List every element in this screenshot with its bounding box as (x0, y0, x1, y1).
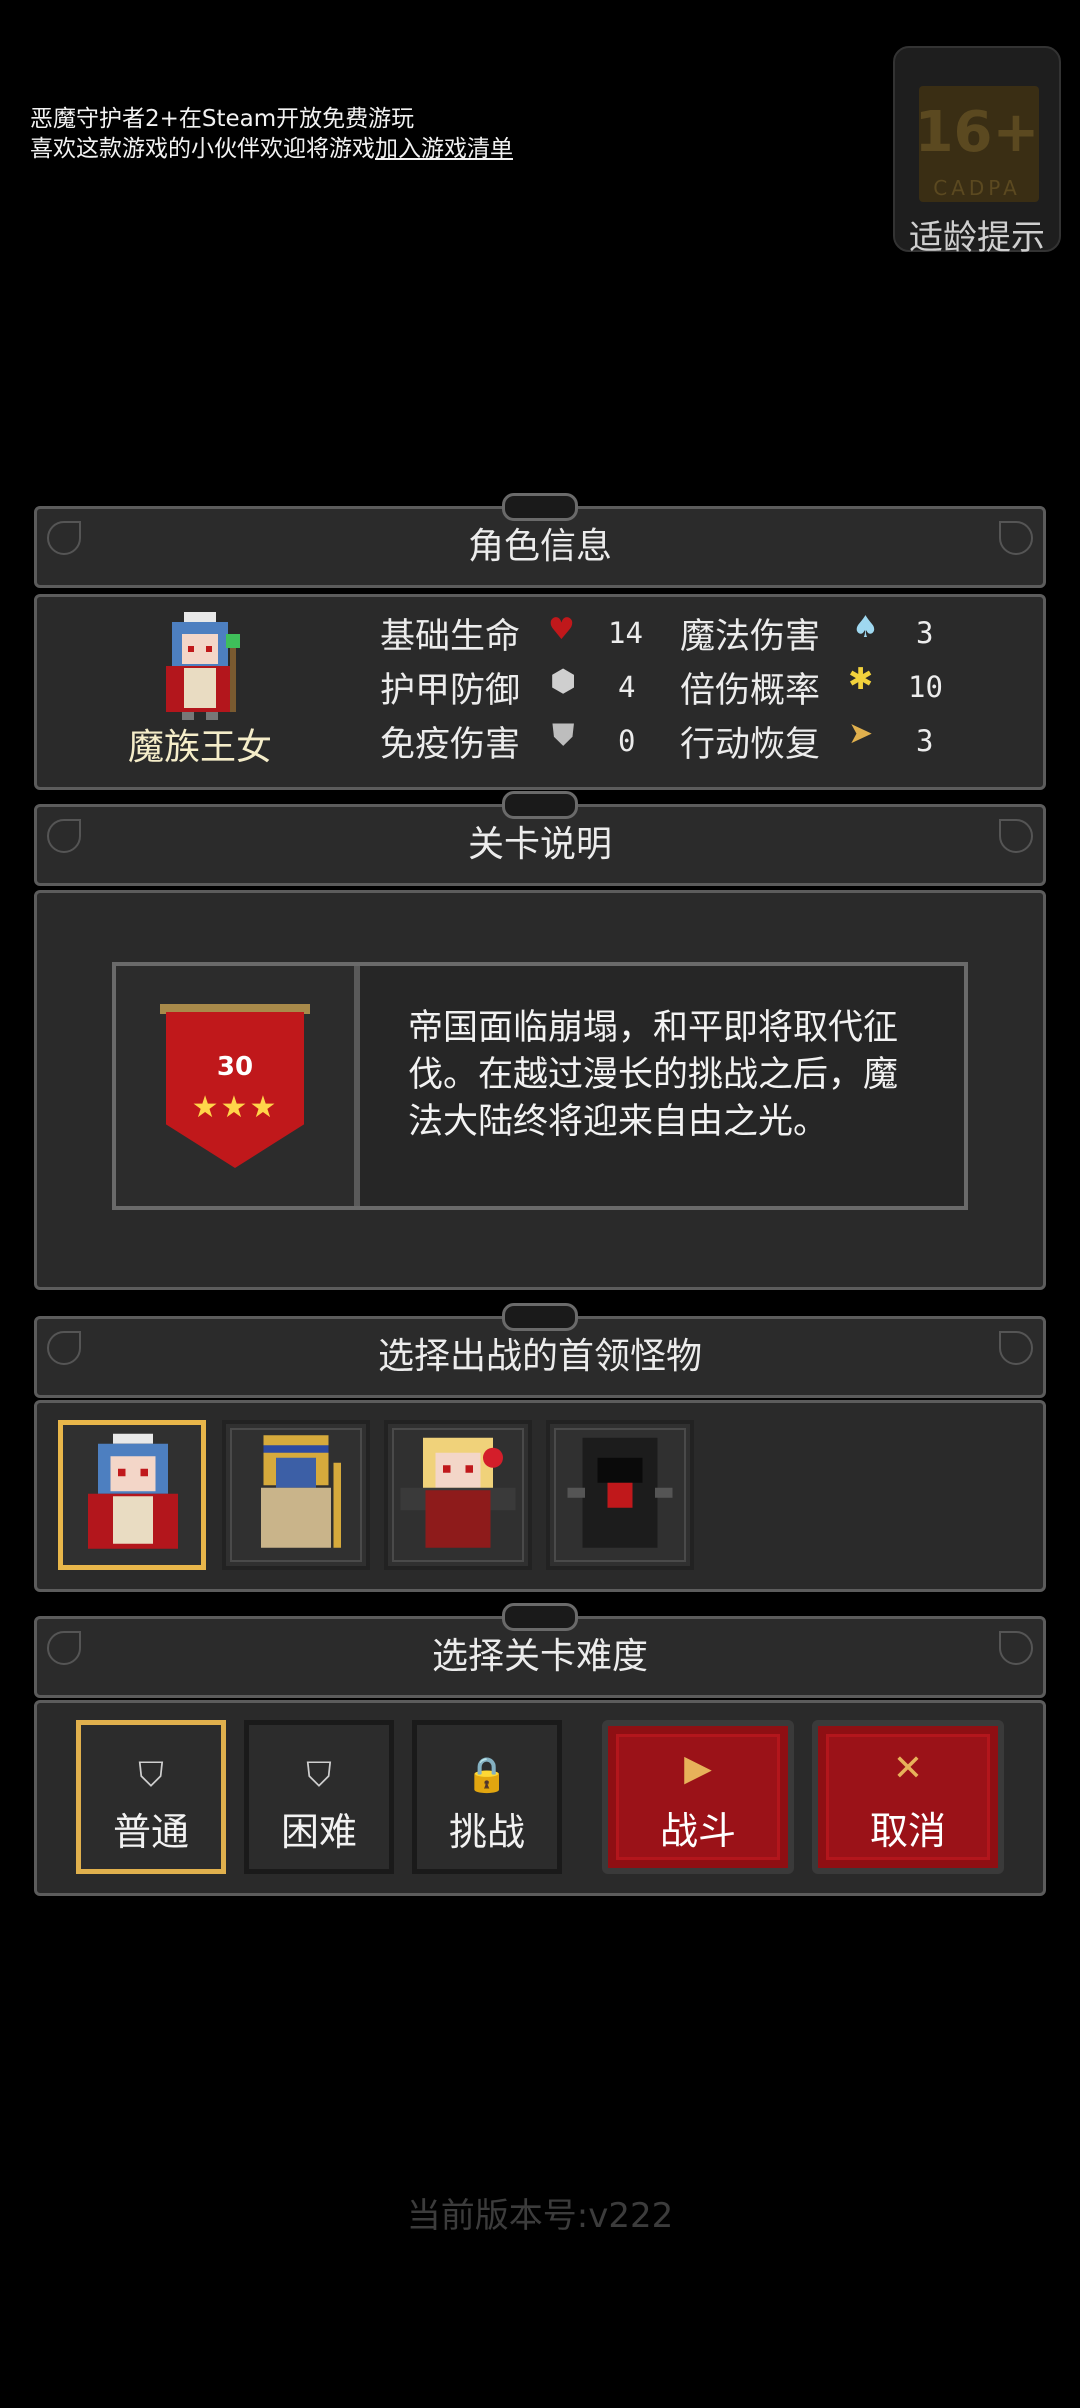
age-rating-badge: 16+ CADPA 适龄提示 (893, 46, 1061, 258)
level-panel-header: 关卡说明 (34, 791, 1046, 886)
boss-slot-frame (230, 1428, 362, 1562)
age-rating-label: 适龄提示 (909, 218, 1045, 258)
difficulty-normal-label: 普通 (112, 1810, 189, 1854)
boss-slot-pharaoh[interactable] (222, 1420, 370, 1570)
header-ornament (502, 1603, 578, 1631)
stat-label-immune: 免疫伤害 (380, 725, 521, 765)
cancel-label: 取消 (869, 1809, 946, 1853)
boss-slot-frame (392, 1428, 524, 1562)
difficulty-hard-button[interactable]: ⛉ 困难 (244, 1720, 394, 1874)
fight-button[interactable]: ▶ 战斗 (602, 1720, 794, 1874)
armor-icon: ⬢ (550, 664, 577, 699)
boss-slot-frame (554, 1428, 686, 1562)
heart-icon: ♥ (548, 612, 575, 647)
magic-icon: ♠ (852, 610, 879, 645)
boss-panel-header: 选择出战的首领怪物 (34, 1303, 1046, 1398)
difficulty-panel-title: 选择关卡难度 (431, 1636, 648, 1677)
difficulty-hard-label: 困难 (280, 1810, 357, 1854)
header-ornament (502, 1303, 578, 1331)
level-panel-title: 关卡说明 (467, 824, 612, 865)
play-icon: ▶ (684, 1748, 712, 1789)
boss-panel-title: 选择出战的首领怪物 (377, 1336, 702, 1377)
lock-icon: 🔒 (465, 1755, 509, 1795)
level-number: 30 (216, 1052, 254, 1082)
stat-label-hp: 基础生命 (380, 617, 521, 657)
stat-label-armor: 护甲防御 (380, 671, 521, 711)
character-panel-title: 角色信息 (467, 526, 612, 567)
difficulty-panel-header: 选择关卡难度 (34, 1603, 1046, 1698)
stat-value-crit: 10 (908, 670, 943, 704)
promo-line-2: 喜欢这款游戏的小伙伴欢迎将游戏加入游戏清单 (30, 134, 513, 164)
add-to-wishlist-link[interactable]: 加入游戏清单 (375, 136, 513, 162)
character-name: 魔族王女 (127, 727, 272, 768)
stat-label-speed: 行动恢复 (680, 725, 821, 765)
stat-value-magic: 3 (916, 616, 934, 650)
stat-label-crit: 倍伤概率 (680, 671, 821, 711)
stat-value-hp: 14 (608, 616, 643, 650)
character-panel-header: 角色信息 (34, 493, 1046, 588)
promo-line-2-text: 喜欢这款游戏的小伙伴欢迎将游戏 (30, 136, 375, 162)
boss-slot-demon-princess[interactable] (58, 1420, 206, 1570)
age-rating-number: 16+ (914, 100, 1040, 165)
difficulty-challenge-button[interactable]: 🔒 挑战 (412, 1720, 562, 1874)
boss-slot-reaper[interactable] (546, 1420, 694, 1570)
difficulty-normal-button[interactable]: ⛉ 普通 (76, 1720, 226, 1874)
stat-value-speed: 3 (916, 724, 934, 758)
fight-label: 战斗 (659, 1809, 736, 1853)
speed-icon: ➤ (848, 716, 874, 751)
version-label: 当前版本号:v222 (406, 2196, 674, 2236)
shield-badge-icon: ⛉ (306, 1755, 332, 1795)
level-stars: ★★★ (191, 1090, 279, 1125)
stat-value-armor: 4 (618, 670, 636, 704)
stat-value-immune: 0 (618, 724, 636, 758)
promo-line-1: 恶魔守护者2+在Steam开放免费游玩 (30, 106, 415, 132)
close-icon: ✕ (892, 1748, 924, 1789)
level-description: 帝国面临崩塌，和平即将取代征伐。在越过漫长的挑战之后，魔法大陆终将迎来自由之光。 (408, 1008, 899, 1142)
shield-badge-icon: ⛉ (138, 1755, 164, 1795)
crit-icon: ✱ (848, 662, 874, 697)
demon-princess-icon (88, 1433, 178, 1549)
header-ornament (502, 791, 578, 819)
header-ornament (502, 493, 578, 521)
shield-icon: ⛊ (552, 718, 575, 753)
boss-slot-vampire[interactable] (384, 1420, 532, 1570)
promo-notice: 恶魔守护者2+在Steam开放免费游玩 喜欢这款游戏的小伙伴欢迎将游戏加入游戏清… (30, 104, 513, 164)
difficulty-challenge-label: 挑战 (448, 1810, 525, 1854)
stat-label-magic: 魔法伤害 (680, 617, 821, 657)
demon-princess-sprite (166, 612, 240, 720)
age-rating-org: CADPA (933, 176, 1021, 200)
cancel-button[interactable]: ✕ 取消 (812, 1720, 1004, 1874)
